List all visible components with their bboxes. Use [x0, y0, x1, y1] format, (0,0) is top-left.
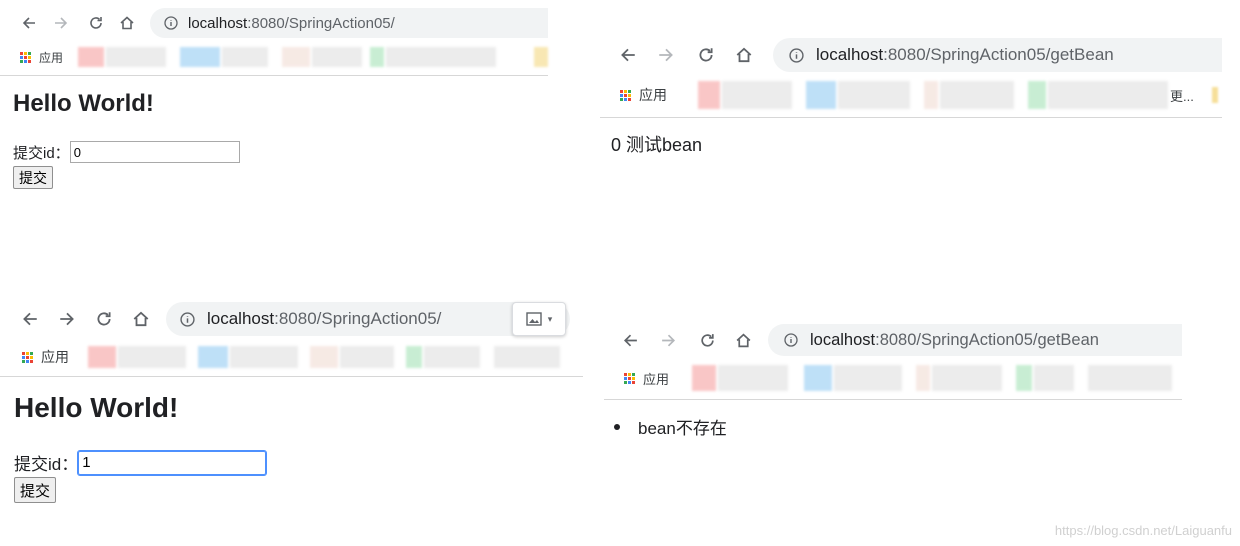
panel-top-right: localhost:8080/SpringAction05/getBean 应用… [600, 28, 1222, 178]
reload-icon[interactable] [694, 43, 718, 67]
forward-arrow-icon[interactable] [55, 307, 79, 331]
home-icon[interactable] [116, 12, 138, 34]
apps-shortcut[interactable]: 应用 [20, 49, 63, 66]
url-host: localhost [188, 14, 248, 32]
image-blocked-button[interactable]: ▾ [512, 302, 566, 336]
apps-shortcut[interactable]: 应用 [624, 369, 669, 388]
toolbar: localhost:8080/SpringAction05/getBean [604, 324, 1184, 356]
apps-label: 应用 [39, 50, 64, 65]
page-heading: Hello World! [13, 90, 154, 117]
id-form: 提交id： [13, 141, 240, 163]
url-host: localhost [810, 330, 876, 349]
url-host: localhost [207, 309, 275, 328]
info-icon[interactable] [784, 333, 798, 347]
apps-label: 应用 [41, 349, 69, 365]
page-heading: Hello World! [14, 392, 179, 423]
id-label: 提交id： [13, 144, 70, 162]
apps-shortcut[interactable]: 应用 [22, 347, 69, 367]
result-text: 0 测试bean [611, 135, 703, 155]
toolbar: localhost:8080/SpringAction05/getBean [600, 38, 1222, 72]
blurred-bookmarks [78, 47, 548, 67]
info-icon[interactable] [164, 16, 178, 30]
apps-label: 应用 [643, 371, 670, 387]
panel-top-left: localhost:8080/SpringAction05/ 应用 Hello … [0, 0, 548, 200]
panel-bottom-right: localhost:8080/SpringAction05/getBean 应用… [604, 316, 1184, 446]
toolbar-divider [0, 376, 583, 377]
chevron-down-icon: ▾ [547, 313, 553, 324]
apps-label: 应用 [639, 87, 667, 103]
bookmark-folder-icon [1212, 87, 1218, 103]
back-arrow-icon[interactable] [618, 328, 642, 352]
url-path: :8080/SpringAction05/getBean [883, 45, 1114, 64]
info-icon[interactable] [180, 311, 195, 327]
address-bar[interactable]: localhost:8080/SpringAction05/ ▾ [166, 302, 570, 336]
url-path: :8080/SpringAction05/ [274, 309, 442, 328]
id-label: 提交id： [14, 455, 79, 474]
address-bar[interactable]: localhost:8080/SpringAction05/getBean [768, 324, 1182, 356]
bookmarks-bar: 应用 [0, 344, 583, 370]
forward-arrow-icon[interactable] [654, 43, 678, 67]
url-path: :8080/SpringAction05/getBean [875, 330, 1099, 349]
blurred-bookmarks [88, 346, 560, 368]
apps-grid-icon [22, 351, 33, 363]
toolbar-divider [600, 117, 1222, 118]
back-arrow-icon[interactable] [18, 307, 42, 331]
home-icon[interactable] [129, 307, 153, 331]
toolbar: localhost:8080/SpringAction05/ [0, 8, 548, 38]
back-arrow-icon[interactable] [616, 43, 640, 67]
blurred-bookmarks [692, 365, 1172, 391]
apps-grid-icon [624, 372, 635, 384]
bookmarks-bar: 应用 [604, 364, 1184, 392]
apps-grid-icon [620, 89, 631, 101]
id-input[interactable] [77, 449, 268, 476]
info-icon[interactable] [789, 47, 804, 63]
toolbar-divider [604, 399, 1182, 400]
result-bullet-text: bean不存在 [638, 419, 727, 438]
url-host: localhost [816, 45, 884, 64]
reload-icon[interactable] [92, 307, 116, 331]
apps-grid-icon [20, 51, 31, 63]
blurred-bookmarks [698, 81, 1178, 109]
submit-button[interactable]: 提交 [14, 477, 57, 503]
home-icon[interactable] [732, 43, 756, 67]
back-arrow-icon[interactable] [18, 12, 40, 34]
watermark: https://blog.csdn.net/Laiguanfu [1054, 523, 1232, 538]
id-form: 提交id： [14, 449, 268, 476]
id-input[interactable] [69, 141, 240, 163]
address-bar[interactable]: localhost:8080/SpringAction05/getBean [773, 38, 1222, 72]
bookmarks-bar: 应用 更... [600, 80, 1222, 110]
url-path: :8080/SpringAction05/ [247, 14, 395, 32]
panel-bottom-left: localhost:8080/SpringAction05/ ▾ 应用 Hell… [0, 296, 583, 516]
toolbar: localhost:8080/SpringAction05/ ▾ [0, 302, 583, 336]
toolbar-divider [0, 75, 548, 76]
bookmark-overflow[interactable]: 更... [1170, 86, 1194, 105]
apps-shortcut[interactable]: 应用 [620, 85, 667, 105]
bookmarks-bar: 应用 [0, 46, 548, 68]
submit-button[interactable]: 提交 [13, 166, 53, 189]
forward-arrow-icon[interactable] [656, 328, 680, 352]
home-icon[interactable] [731, 328, 755, 352]
result-list-item: bean不存在 [614, 414, 727, 439]
address-bar[interactable]: localhost:8080/SpringAction05/ [150, 8, 548, 38]
reload-icon[interactable] [85, 12, 107, 34]
image-icon [526, 312, 542, 326]
forward-arrow-icon[interactable] [50, 12, 72, 34]
reload-icon[interactable] [695, 328, 719, 352]
bullet-icon [614, 423, 620, 430]
